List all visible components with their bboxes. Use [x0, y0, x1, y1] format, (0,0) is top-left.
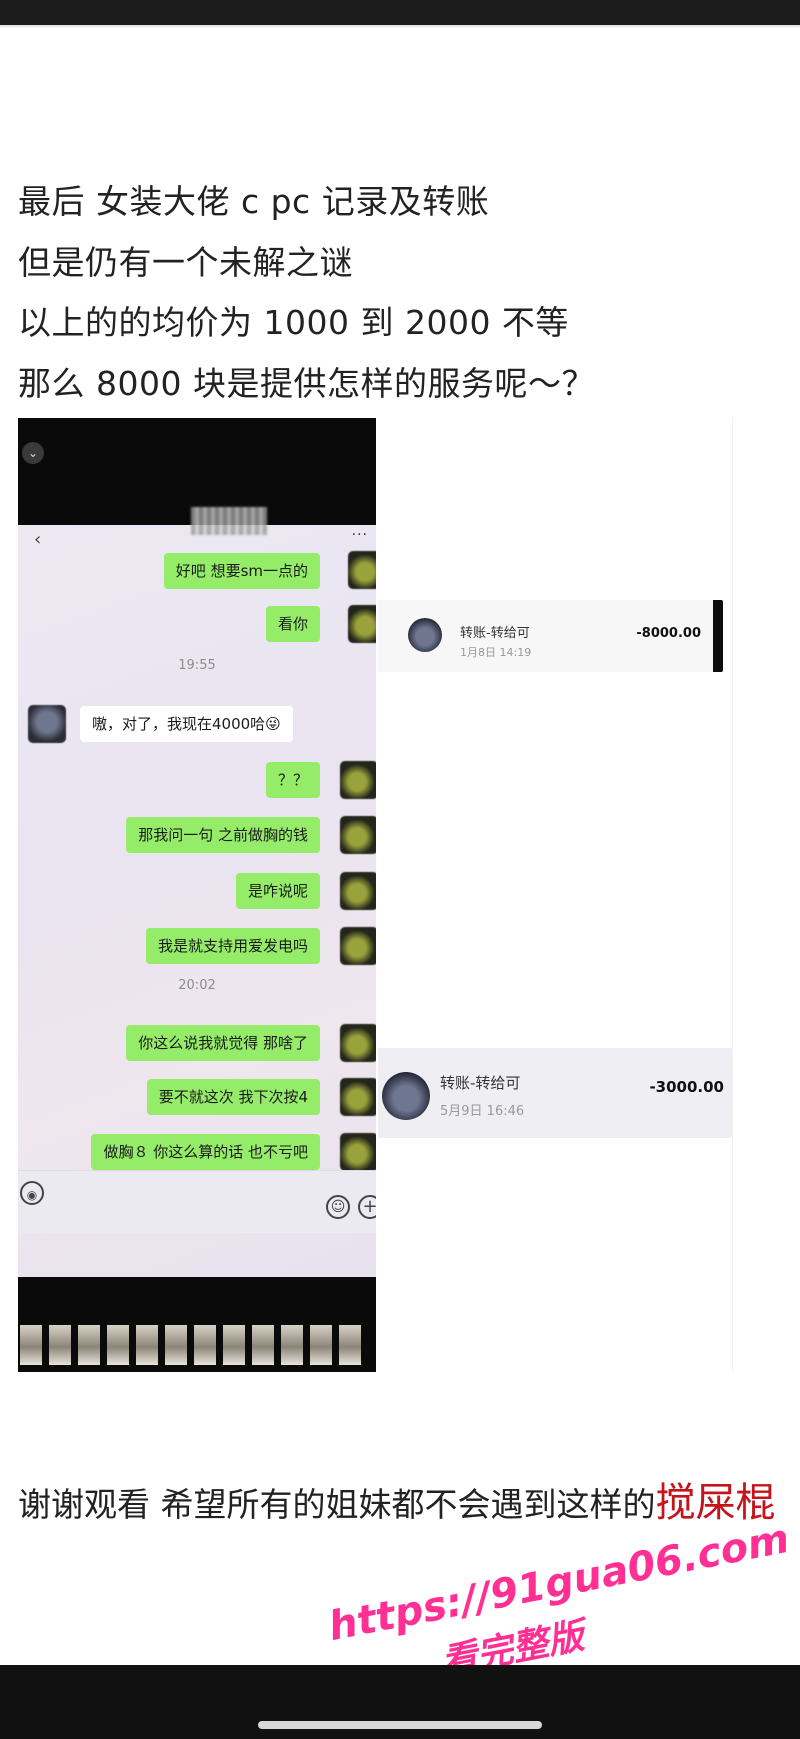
transfer-record: 转账-转给可 1月8日 14:19 -8000.00: [378, 600, 723, 672]
message-bubble: 嗷，对了，我现在4000哈😜: [80, 706, 293, 742]
thumbnail[interactable]: [339, 1325, 361, 1365]
status-bar: [0, 0, 800, 25]
divider: [0, 25, 800, 27]
chevron-down-icon[interactable]: ⌄: [22, 442, 44, 464]
message-bubble: 你这么说我就觉得 那啥了: [126, 1025, 320, 1061]
avatar: [348, 605, 376, 643]
thumbnail[interactable]: [194, 1325, 216, 1365]
intro-line-4: 那么 8000 块是提供怎样的服务呢～？: [18, 364, 595, 403]
thumbnail[interactable]: [252, 1325, 274, 1365]
more-icon[interactable]: ···: [352, 527, 368, 543]
transfer-record: 转账-转给可 5月9日 16:46 -3000.00: [378, 1048, 732, 1138]
timestamp: 20:02: [178, 978, 216, 993]
avatar: [340, 872, 376, 910]
chat-title-blurred: [191, 507, 267, 535]
message-bubble: 做胸８ 你这么算的话 也不亏吧: [91, 1134, 320, 1170]
avatar: [340, 927, 376, 965]
avatar: [340, 816, 376, 854]
message-bubble: 好吧 想要sm一点的: [163, 553, 320, 589]
thumbnail[interactable]: [107, 1325, 129, 1365]
thumbnail[interactable]: [165, 1325, 187, 1365]
intro-line-1: 最后 女装大佬 c pc 记录及转账: [18, 182, 490, 221]
intro-line-2: 但是仍有一个未解之谜: [18, 243, 353, 282]
screenshot-background: [376, 418, 733, 1372]
message-bubble: 要不就这次 我下次按4: [146, 1079, 320, 1115]
closing-text: 谢谢观看 希望所有的姐妹都不会遇到这样的搅屎棍: [18, 1470, 776, 1528]
avatar: [340, 1078, 376, 1116]
voice-icon[interactable]: ◉: [20, 1181, 44, 1205]
avatar: [340, 1024, 376, 1062]
avatar: [348, 551, 376, 589]
thumbnail[interactable]: [136, 1325, 158, 1365]
transfer-amount: -8000.00: [636, 626, 701, 641]
message-bubble: ？？: [265, 762, 320, 798]
chat-input-bar: ◉ ☺ +: [18, 1170, 376, 1233]
transfer-title: 转账-转给可: [440, 1074, 521, 1092]
thumbnail[interactable]: [78, 1325, 100, 1365]
avatar: [28, 705, 66, 743]
message-bubble: 我是就支持用爱发电吗: [145, 928, 320, 964]
chat-screenshot: ⌄ ‹ ··· 好吧 想要sm一点的 看你 19:55 嗷，对了，我现在4000…: [18, 418, 376, 1372]
back-icon[interactable]: ‹: [34, 529, 41, 550]
transfer-amount: -3000.00: [649, 1078, 724, 1096]
message-bubble: 是咋说呢: [235, 873, 320, 909]
closing-highlight: 搅屎棍: [655, 1480, 776, 1526]
thumbnail[interactable]: [20, 1325, 42, 1365]
thumbnail[interactable]: [281, 1325, 303, 1365]
message-bubble: 那我问一句 之前做胸的钱: [126, 817, 320, 853]
thumbnail[interactable]: [310, 1325, 332, 1365]
transfer-title: 转账-转给可: [460, 626, 530, 641]
intro-line-3: 以上的的均价为 1000 到 2000 不等: [18, 303, 569, 342]
message-bubble: 看你: [265, 606, 320, 642]
thumbnail[interactable]: [223, 1325, 245, 1365]
avatar: [340, 761, 376, 799]
chat-area: ‹ ··· 好吧 想要sm一点的 看你 19:55 嗷，对了，我现在4000哈😜…: [18, 507, 376, 1277]
avatar: [382, 1072, 430, 1120]
closing-message: 谢谢观看 希望所有的姐妹都不会遇到这样的: [18, 1485, 656, 1524]
plus-icon[interactable]: +: [358, 1195, 376, 1219]
home-indicator[interactable]: [258, 1721, 542, 1729]
thumbnail-strip: [18, 1325, 376, 1369]
thumbnail[interactable]: [49, 1325, 71, 1365]
emoji-icon[interactable]: ☺: [326, 1195, 350, 1219]
timestamp: 19:55: [178, 658, 216, 673]
transfer-date: 1月8日 14:19: [460, 646, 532, 659]
avatar: [340, 1133, 376, 1171]
transfer-date: 5月9日 16:46: [440, 1104, 525, 1119]
avatar: [408, 618, 442, 652]
